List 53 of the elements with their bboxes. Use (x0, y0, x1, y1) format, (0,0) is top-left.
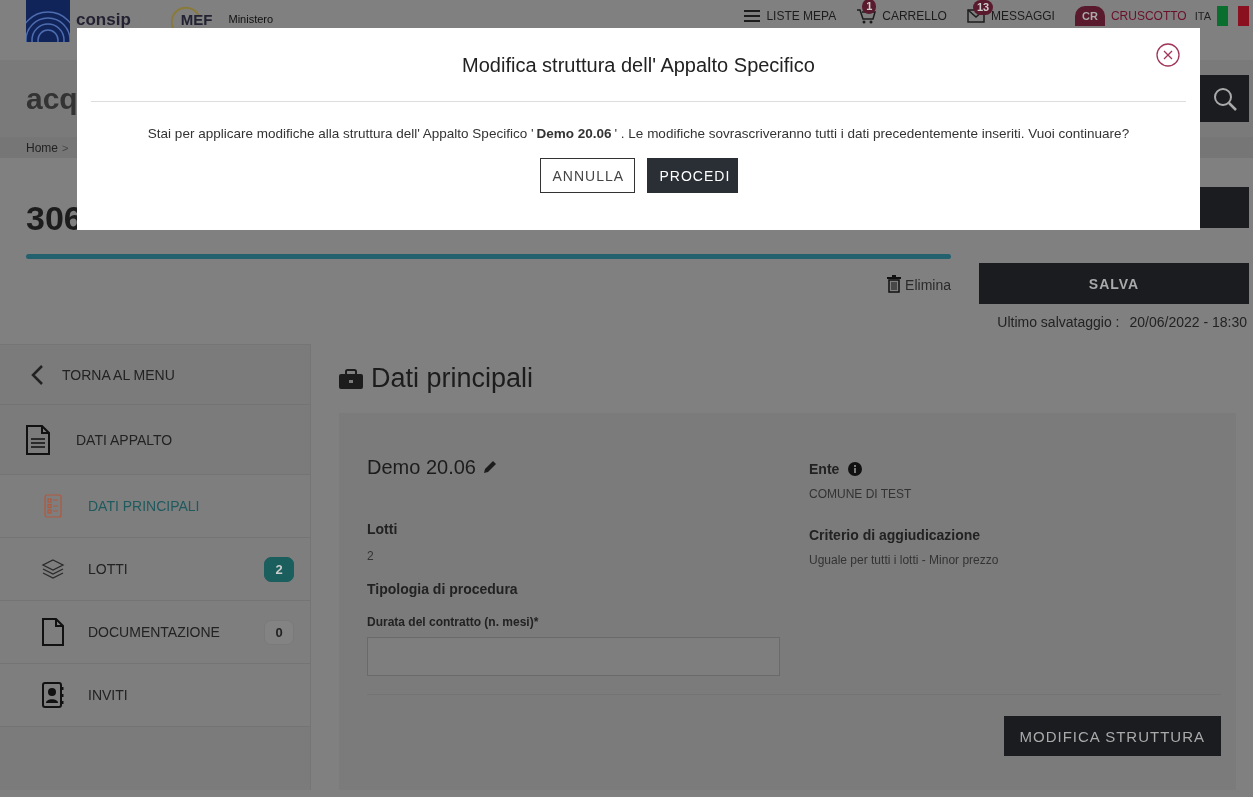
cart-icon (856, 8, 877, 24)
trash-icon (887, 274, 902, 293)
menu-icon (744, 10, 761, 22)
cancel-button[interactable]: ANNULLA (539, 158, 635, 193)
info-icon (848, 462, 863, 476)
count-badge: 0 (264, 619, 294, 645)
nav-item[interactable]: 1 CARRELLO (856, 0, 961, 24)
logo-icon (26, 0, 70, 42)
language-label[interactable]: ITA (1194, 10, 1211, 22)
last-saved-value: 20/06/2022 - 18:30 (1129, 314, 1247, 332)
close-button[interactable] (1156, 43, 1180, 67)
contact-book-icon (42, 682, 64, 708)
breadcrumb-link[interactable]: Home (26, 140, 58, 155)
field-value: COMUNE DI TEST (809, 487, 913, 501)
field-label: Tipologia di procedura (367, 581, 519, 597)
checklist-icon (44, 494, 62, 518)
count-badge: 1 (862, 0, 877, 14)
modal-message: Stai per applicare modifiche alla struttura dell' Appalto Specifico ' Demo 20.06 ' . Le modifiche sovrascriveranno tutti i dati precedentemente inseriti. Vuoi continuare? (146, 124, 1131, 143)
chevron-left-icon (30, 363, 44, 386)
nav-item[interactable]: 13 MESSAGGI (966, 0, 1069, 23)
close-icon (1156, 43, 1180, 67)
envelope-icon (966, 9, 985, 23)
pencil-icon (481, 459, 498, 475)
nav-item[interactable]: CR CRUSCOTTO (1074, 0, 1189, 26)
nav-item[interactable]: LISTE MEPA (744, 0, 851, 23)
record-name: Demo 20.06 (367, 455, 476, 479)
modal-title: Modifica struttura dell' Appalto Specifico (91, 28, 1186, 102)
delete-link[interactable]: Elimina (887, 274, 951, 293)
field-value: 2 (367, 549, 375, 563)
search-button[interactable] (1200, 75, 1249, 122)
logo-text: MEF (180, 12, 213, 28)
file-icon (42, 618, 64, 646)
search-icon (1211, 85, 1238, 112)
brand-text: acq (26, 81, 78, 116)
breadcrumb-separator: > (62, 141, 69, 154)
save-button[interactable]: SALVA (979, 263, 1249, 304)
layers-icon (41, 557, 65, 581)
count-badge: 2 (264, 556, 294, 582)
document-icon (26, 424, 50, 455)
last-saved-label: Ultimo salvataggio : (997, 314, 1120, 332)
logo-text: consip (76, 12, 131, 28)
field-label: Durata del contratto (n. mesi)* (367, 615, 540, 629)
section-title: Dati principali (371, 363, 534, 394)
edit-structure-button[interactable]: MODIFICA STRUTTURA (1003, 716, 1221, 756)
proceed-button[interactable]: PROCEDI (646, 158, 738, 193)
avatar: CR (1074, 6, 1105, 26)
ministry-text: Ministero (228, 13, 274, 25)
field-label: Lotti (367, 521, 399, 537)
field-label: Criterio di aggiudicazione (809, 527, 981, 543)
italy-flag-icon (1217, 6, 1249, 26)
back-link[interactable]: TORNA AL MENU (0, 345, 310, 405)
briefcase-icon (339, 368, 363, 389)
field-label: Ente (809, 461, 840, 477)
